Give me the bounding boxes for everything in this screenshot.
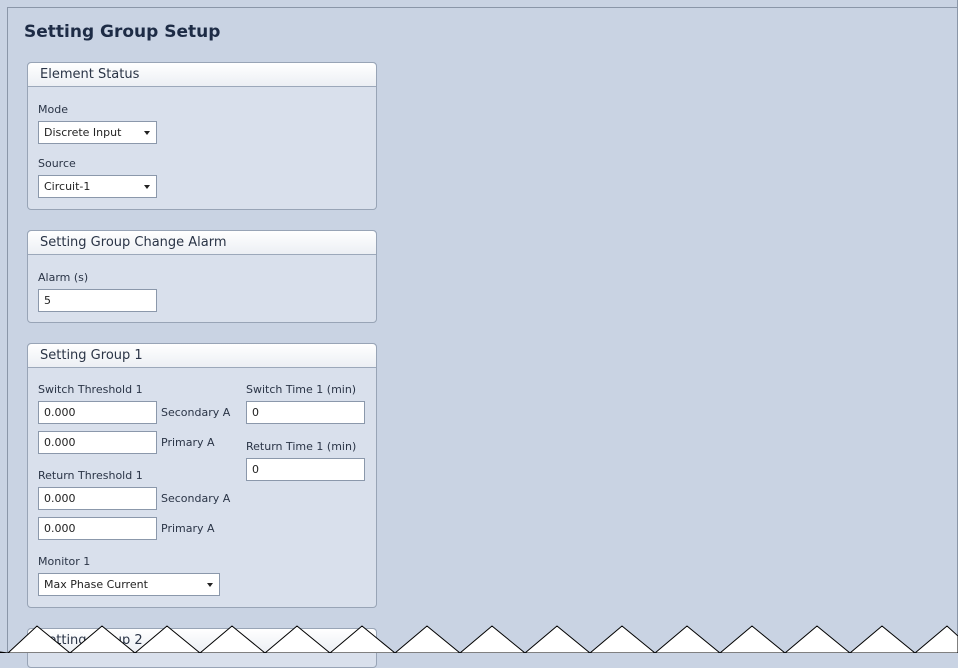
monitor-select[interactable]: Max Phase Current [38, 573, 220, 596]
change-alarm-panel: Setting Group Change Alarm Alarm (s) 5 [27, 230, 377, 323]
source-select-value: Circuit-1 [44, 180, 91, 193]
setting-group-1-panel: Setting Group 1 Switch Threshold 1 0.000… [27, 343, 377, 608]
panel-header: Setting Group 1 [28, 344, 376, 368]
return-time-label: Return Time 1 (min) [246, 440, 357, 453]
secondary-unit-label: Secondary A [161, 406, 231, 419]
alarm-label: Alarm (s) [38, 271, 89, 284]
source-select[interactable]: Circuit-1 [38, 175, 157, 198]
page-title: Setting Group Setup [24, 22, 221, 42]
panel-header: Element Status [28, 63, 376, 87]
return-time-input[interactable]: 0 [246, 458, 365, 481]
chevron-down-icon [144, 131, 150, 135]
return-threshold-primary-input[interactable]: 0.000 [38, 517, 157, 540]
switch-threshold-primary-input[interactable]: 0.000 [38, 431, 157, 454]
return-threshold-secondary-input[interactable]: 0.000 [38, 487, 157, 510]
element-status-panel: Element Status Mode Discrete Input Sourc… [27, 62, 377, 210]
panel-header: Setting Group Change Alarm [28, 231, 376, 255]
switch-threshold-secondary-input[interactable]: 0.000 [38, 401, 157, 424]
switch-time-label: Switch Time 1 (min) [246, 383, 357, 396]
settings-page: Setting Group Setup Element Status Mode … [7, 7, 957, 668]
mode-label: Mode [38, 103, 68, 116]
mode-select-value: Discrete Input [44, 126, 122, 139]
monitor-select-value: Max Phase Current [44, 578, 148, 591]
monitor-label: Monitor 1 [38, 555, 91, 568]
torn-edge-overlay [0, 625, 958, 653]
switch-threshold-label: Switch Threshold 1 [38, 383, 143, 396]
switch-time-input[interactable]: 0 [246, 401, 365, 424]
secondary-unit-label: Secondary A [161, 492, 231, 505]
source-label: Source [38, 157, 76, 170]
return-threshold-label: Return Threshold 1 [38, 469, 143, 482]
primary-unit-label: Primary A [161, 522, 215, 535]
alarm-input[interactable]: 5 [38, 289, 157, 312]
mode-select[interactable]: Discrete Input [38, 121, 157, 144]
primary-unit-label: Primary A [161, 436, 215, 449]
chevron-down-icon [207, 583, 213, 587]
chevron-down-icon [144, 185, 150, 189]
